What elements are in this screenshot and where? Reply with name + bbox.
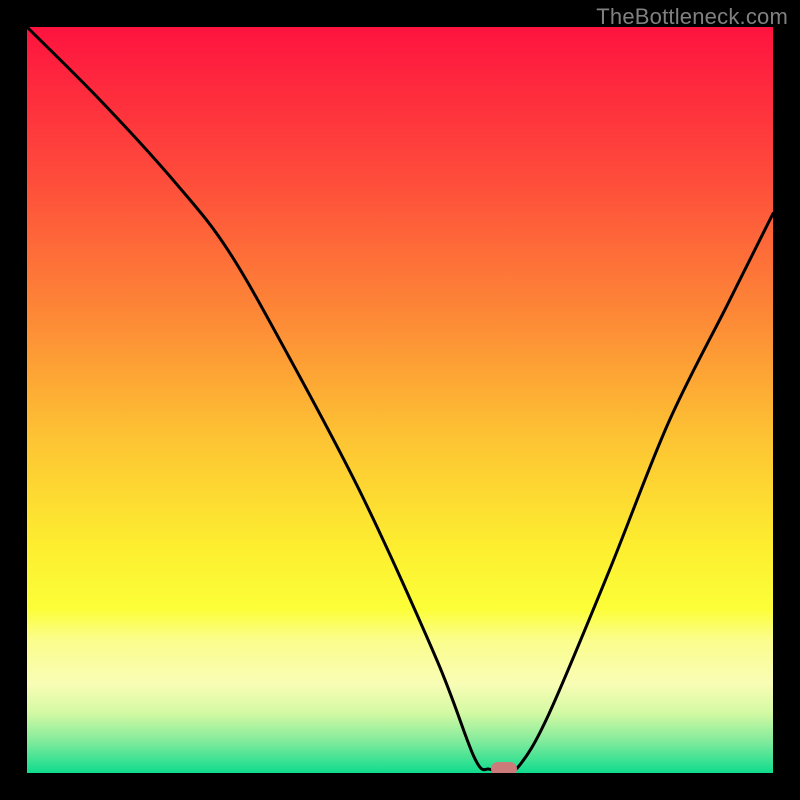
plot-area <box>27 27 773 773</box>
optimal-marker <box>491 762 517 773</box>
chart-frame: TheBottleneck.com <box>0 0 800 800</box>
bottleneck-curve <box>27 27 773 773</box>
